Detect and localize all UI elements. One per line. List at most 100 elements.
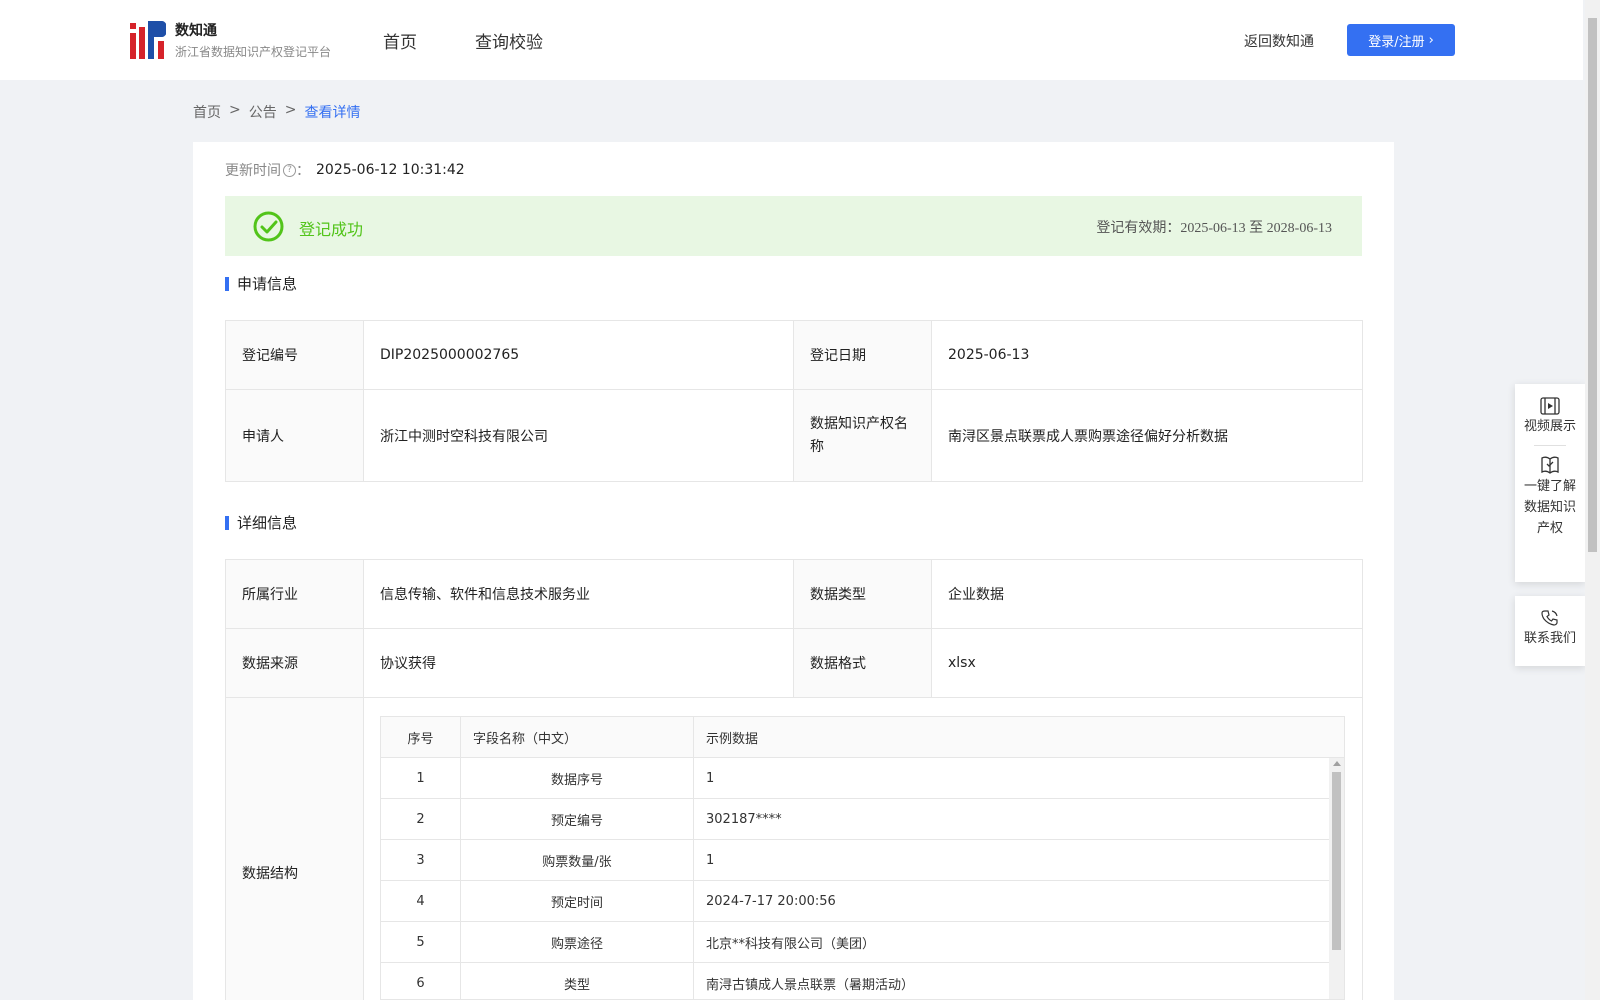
check-circle-icon	[253, 211, 284, 242]
applicant-value: 浙江中测时空科技有限公司	[363, 389, 794, 482]
contact-us-button[interactable]: 联系我们	[1515, 608, 1585, 649]
ip-name-label: 数据知识产权名称	[793, 389, 932, 482]
section-title-application: 申请信息	[225, 273, 297, 294]
breadcrumb: 首页 > 公告 > 查看详情	[193, 102, 360, 122]
data-structure-table: 序号 字段名称（中文） 示例数据 1 数据序号 1 2 预定编号 302187*…	[380, 716, 1345, 1000]
top-header: 数知通 浙江省数据知识产权登记平台 首页 查询校验 返回数知通 登录/注册 ›	[0, 0, 1583, 80]
industry-label: 所属行业	[225, 559, 364, 629]
phone-icon	[1541, 610, 1558, 626]
section-title-details: 详细信息	[225, 512, 297, 533]
row-index: 6	[381, 963, 461, 999]
row-index: 1	[381, 758, 461, 798]
scroll-up-arrow-icon[interactable]	[1333, 761, 1341, 766]
learn-label-line2: 数据知识	[1523, 500, 1576, 515]
video-icon	[1540, 397, 1560, 415]
structure-header-row: 序号 字段名称（中文） 示例数据	[381, 717, 1344, 758]
section-title-application-text: 申请信息	[237, 275, 298, 293]
row-index: 2	[381, 799, 461, 839]
format-label: 数据格式	[793, 628, 932, 698]
side-panel-contact: 联系我们	[1515, 596, 1585, 666]
header-field-name: 字段名称（中文）	[461, 717, 694, 757]
row-field-name: 预定时间	[461, 881, 694, 921]
header-sample-data: 示例数据	[706, 731, 759, 747]
section-marker	[225, 515, 229, 530]
row-sample-data: 北京**科技有限公司（美团）	[706, 936, 876, 952]
section-marker	[225, 276, 229, 291]
table-row: 3 购票数量/张 1	[381, 840, 1329, 881]
row-field-name: 购票数量/张	[461, 840, 694, 880]
row-field-name: 类型	[461, 963, 694, 999]
row-field-name: 数据序号	[461, 758, 694, 798]
industry-value: 信息传输、软件和信息技术服务业	[363, 559, 794, 629]
update-time-label: 更新时间	[225, 163, 281, 179]
row-sample-data: 1	[706, 770, 715, 786]
validity-dates: 2025-06-13 至 2028-06-13	[1180, 221, 1332, 236]
ip-name-value: 南浔区景点联票成人票购票途径偏好分析数据	[931, 389, 1363, 482]
validity-period: 登记有效期：2025-06-13 至 2028-06-13	[1096, 217, 1332, 237]
structure-scroll-thumb[interactable]	[1332, 772, 1341, 950]
learn-label-line3: 产权	[1536, 521, 1563, 536]
registration-status-bar: 登记成功 登记有效期：2025-06-13 至 2028-06-13	[225, 196, 1362, 256]
brand-logo[interactable]	[130, 21, 166, 59]
row-sample-data: 2024-7-17 20:00:56	[706, 893, 836, 909]
reg-date-label: 登记日期	[793, 320, 932, 390]
structure-scrollbar[interactable]	[1329, 758, 1344, 999]
brand-subtitle: 浙江省数据知识产权登记平台	[175, 45, 332, 59]
reg-no-value: DIP2025000002765	[363, 320, 794, 390]
table-row: 2 预定编号 302187****	[381, 799, 1329, 840]
validity-label: 登记有效期：	[1096, 220, 1181, 236]
table-row: 1 数据序号 1	[381, 758, 1329, 799]
reg-date-value: 2025-06-13	[931, 320, 1363, 390]
breadcrumb-current: 查看详情	[304, 105, 361, 121]
update-time-value: 2025-06-12 10:31:42	[316, 162, 465, 178]
source-label: 数据来源	[225, 628, 364, 698]
book-icon	[1541, 456, 1559, 474]
login-register-button[interactable]: 登录/注册 ›	[1347, 24, 1455, 56]
section-title-details-text: 详细信息	[237, 514, 298, 532]
row-index: 4	[381, 881, 461, 921]
row-sample-data: 1	[706, 852, 715, 868]
learn-label-line1: 一键了解	[1523, 479, 1576, 494]
nav-query-verify[interactable]: 查询校验	[475, 28, 543, 53]
data-type-label: 数据类型	[793, 559, 932, 629]
row-index: 5	[381, 922, 461, 962]
help-icon[interactable]: ?	[283, 163, 296, 177]
row-index: 3	[381, 840, 461, 880]
header-index: 序号	[381, 717, 461, 757]
reg-no-label: 登记编号	[225, 320, 364, 390]
breadcrumb-home[interactable]: 首页	[193, 102, 221, 122]
nav-home[interactable]: 首页	[383, 28, 417, 53]
video-showcase-button[interactable]: 视频展示	[1515, 396, 1585, 437]
chevron-right-icon: ›	[1428, 32, 1434, 48]
learn-data-ip-button[interactable]: 一键了解 数据知识 产权	[1515, 454, 1585, 539]
side-panel-top: 视频展示 一键了解 数据知识 产权	[1515, 384, 1585, 582]
table-row: 申请人 浙江中测时空科技有限公司 数据知识产权名称 南浔区景点联票成人票购票途径…	[225, 389, 1363, 482]
video-showcase-label: 视频展示	[1523, 419, 1576, 434]
page-scroll-thumb[interactable]	[1588, 18, 1597, 552]
status-text: 登记成功	[299, 220, 364, 239]
table-row: 登记编号 DIP2025000002765 登记日期 2025-06-13	[225, 320, 1363, 390]
row-field-name: 预定编号	[461, 799, 694, 839]
structure-body[interactable]: 1 数据序号 1 2 预定编号 302187**** 3 购票数量/张 1 4 …	[381, 758, 1329, 999]
page-scrollbar[interactable]	[1585, 0, 1600, 1000]
row-field-name: 购票途径	[461, 922, 694, 962]
applicant-label: 申请人	[225, 389, 364, 482]
row-sample-data: 302187****	[706, 811, 782, 827]
application-info-table: 登记编号 DIP2025000002765 登记日期 2025-06-13 申请…	[225, 320, 1363, 482]
source-value: 协议获得	[363, 628, 794, 698]
table-row: 4 预定时间 2024-7-17 20:00:56	[381, 881, 1329, 922]
breadcrumb-separator: >	[284, 102, 297, 118]
login-register-label: 登录/注册	[1368, 34, 1425, 50]
data-type-value: 企业数据	[931, 559, 1363, 629]
contact-us-label: 联系我们	[1523, 631, 1576, 646]
table-row: 数据来源 协议获得 数据格式 xlsx	[225, 628, 1363, 698]
back-to-shuzhitong-link[interactable]: 返回数知通	[1244, 31, 1314, 51]
structure-label: 数据结构	[225, 697, 364, 1000]
breadcrumb-announcement[interactable]: 公告	[249, 102, 277, 122]
update-time-row: 更新时间 ? ： 2025-06-12 10:31:42	[225, 160, 465, 180]
table-row: 5 购票途径 北京**科技有限公司（美团）	[381, 922, 1329, 963]
row-sample-data: 南浔古镇成人景点联票（暑期活动）	[706, 977, 915, 993]
format-value: xlsx	[931, 628, 1363, 698]
brand-name: 数知通	[175, 23, 217, 39]
update-time-colon: ：	[296, 163, 310, 179]
